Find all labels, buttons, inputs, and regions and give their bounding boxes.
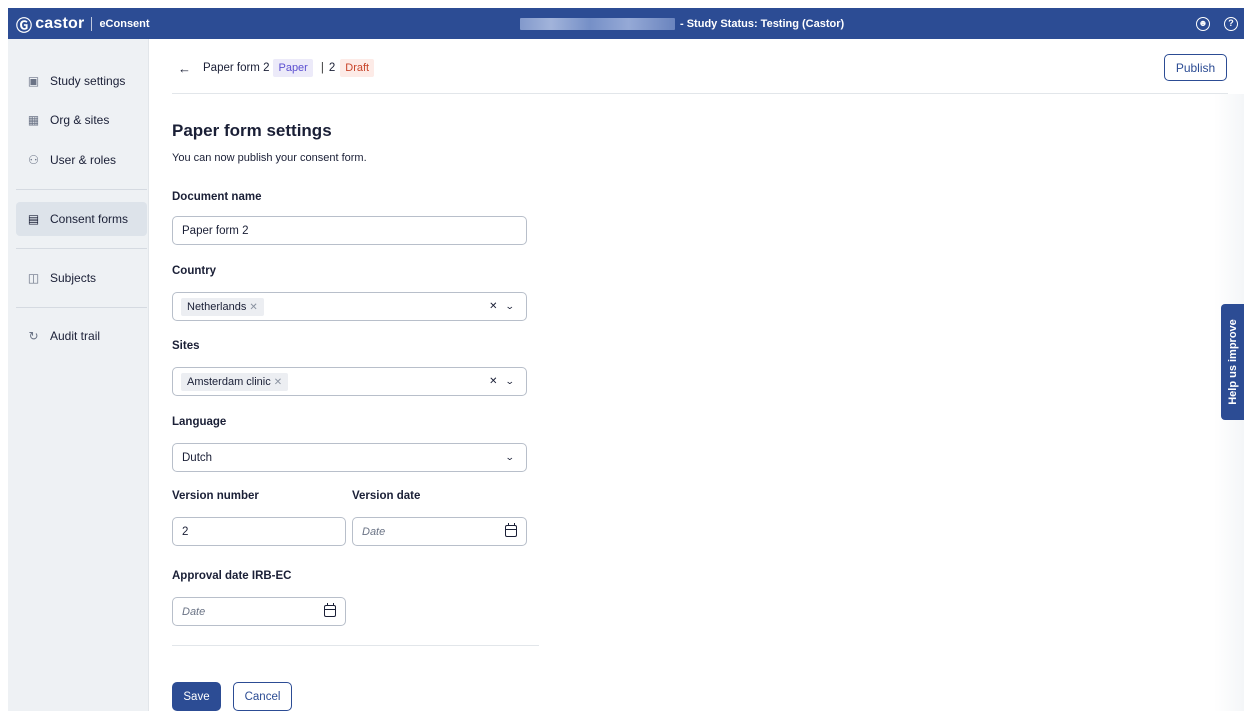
back-arrow-icon[interactable]: ← bbox=[178, 61, 191, 76]
page-subtitle: You can now publish your consent form. bbox=[172, 152, 367, 164]
redacted-study-name bbox=[520, 17, 675, 30]
clear-icon[interactable]: ✕ bbox=[489, 301, 497, 312]
clipboard-icon: ▤ bbox=[27, 212, 40, 226]
language-label: Language bbox=[172, 416, 227, 428]
sidebar: ▣ Study settings ▦ Org & sites ⚇ User & … bbox=[8, 39, 149, 711]
sidebar-item-label: User & roles bbox=[50, 153, 117, 167]
document-name-label: Document name bbox=[172, 191, 262, 203]
cancel-button[interactable]: Cancel bbox=[233, 682, 292, 711]
site-chip-label: Amsterdam clinic bbox=[187, 375, 271, 388]
chip-remove-icon[interactable]: ✕ bbox=[274, 377, 282, 388]
form-name: Paper form 2 bbox=[203, 62, 270, 74]
type-badge: Paper bbox=[273, 59, 313, 77]
sidebar-item-consent-forms[interactable]: ▤ Consent forms bbox=[16, 202, 147, 236]
breadcrumb: ← Paper form 2 Paper | 2 Draft bbox=[178, 57, 375, 79]
approval-date-placeholder: Date bbox=[182, 605, 206, 618]
subjects-icon: ◫ bbox=[27, 271, 40, 285]
country-chip: Netherlands ✕ bbox=[181, 297, 264, 316]
select-controls: ⌄ bbox=[505, 444, 515, 471]
sidebar-item-user-roles[interactable]: ⚇ User & roles bbox=[16, 143, 147, 177]
save-button[interactable]: Save bbox=[172, 682, 221, 711]
sidebar-item-label: Study settings bbox=[50, 74, 126, 88]
sidebar-item-label: Subjects bbox=[50, 271, 97, 285]
brand[interactable]: Ⓖ castor eConsent bbox=[8, 12, 150, 36]
topbar-actions: ☻ ? bbox=[1196, 8, 1238, 39]
sidebar-item-label: Consent forms bbox=[50, 212, 129, 226]
help-us-improve-label: Help us improve bbox=[1226, 319, 1239, 405]
study-status: - Study Status: Testing (Castor) bbox=[680, 17, 845, 30]
help-circle-icon[interactable]: ? bbox=[1224, 16, 1238, 31]
sidebar-divider bbox=[16, 189, 147, 190]
sidebar-item-subjects[interactable]: ◫ Subjects bbox=[16, 261, 147, 295]
sidebar-item-label: Audit trail bbox=[50, 329, 101, 343]
select-controls: ✕ ⌄ bbox=[489, 368, 515, 395]
version-date-input[interactable]: Date bbox=[352, 517, 527, 546]
sidebar-item-label: Org & sites bbox=[50, 113, 110, 127]
publish-button[interactable]: Publish bbox=[1164, 54, 1227, 81]
country-label: Country bbox=[172, 265, 217, 277]
language-value: Dutch bbox=[182, 451, 213, 464]
page-title: Paper form settings bbox=[172, 121, 332, 140]
language-select[interactable]: Dutch ⌄ bbox=[172, 443, 527, 472]
sidebar-divider bbox=[16, 307, 147, 308]
version-number-value: 2 bbox=[182, 525, 189, 538]
version-date-placeholder: Date bbox=[362, 525, 386, 538]
user-circle-icon[interactable]: ☻ bbox=[1196, 16, 1210, 31]
document-name-value: Paper form 2 bbox=[182, 224, 249, 237]
castor-logo: Ⓖ castor bbox=[16, 12, 84, 36]
version-number-label: Version number bbox=[172, 490, 259, 502]
country-chip-label: Netherlands bbox=[187, 300, 247, 313]
product-name: eConsent bbox=[99, 17, 150, 30]
top-bar: Ⓖ castor eConsent - Study Status: Testin… bbox=[8, 8, 1244, 39]
chip-remove-icon[interactable]: ✕ bbox=[249, 302, 257, 313]
sidebar-item-audit-trail[interactable]: ↻ Audit trail bbox=[16, 319, 147, 353]
clear-icon[interactable]: ✕ bbox=[489, 376, 497, 387]
select-controls: ✕ ⌄ bbox=[489, 293, 515, 320]
approval-date-label: Approval date IRB-EC bbox=[172, 570, 292, 582]
sidebar-item-study-settings[interactable]: ▣ Study settings bbox=[16, 64, 147, 98]
users-icon: ⚇ bbox=[28, 153, 39, 167]
sites-select[interactable]: Amsterdam clinic ✕ ✕ ⌄ bbox=[172, 367, 527, 396]
header-divider bbox=[172, 93, 1228, 94]
document-name-input[interactable]: Paper form 2 bbox=[172, 216, 527, 245]
sidebar-divider bbox=[16, 248, 147, 249]
history-icon: ↻ bbox=[28, 329, 39, 343]
calendar-icon[interactable] bbox=[505, 523, 517, 537]
country-select[interactable]: Netherlands ✕ ✕ ⌄ bbox=[172, 292, 527, 321]
chevron-down-icon[interactable]: ⌄ bbox=[505, 301, 515, 312]
sites-label: Sites bbox=[172, 340, 200, 352]
version-number-input[interactable]: 2 bbox=[172, 517, 346, 546]
castor-logo-icon: Ⓖ bbox=[16, 17, 33, 35]
breadcrumb-separator: | bbox=[320, 62, 324, 74]
chevron-down-icon[interactable]: ⌄ bbox=[505, 452, 515, 463]
book-icon: ▣ bbox=[27, 74, 40, 88]
brand-divider bbox=[91, 16, 93, 31]
approval-date-input[interactable]: Date bbox=[172, 597, 346, 626]
site-chip: Amsterdam clinic ✕ bbox=[181, 372, 289, 391]
version-number: 2 bbox=[328, 62, 336, 74]
calendar-icon[interactable] bbox=[324, 603, 336, 617]
sidebar-item-org-sites[interactable]: ▦ Org & sites bbox=[16, 103, 147, 137]
brand-name: castor bbox=[35, 14, 85, 32]
version-date-label: Version date bbox=[352, 490, 421, 502]
form-divider bbox=[172, 645, 539, 646]
chevron-down-icon[interactable]: ⌄ bbox=[505, 376, 515, 387]
building-icon: ▦ bbox=[27, 113, 40, 127]
study-status-area: - Study Status: Testing (Castor) bbox=[520, 8, 844, 39]
status-badge: Draft bbox=[340, 59, 375, 77]
help-us-improve-tab[interactable]: Help us improve bbox=[1221, 304, 1244, 420]
